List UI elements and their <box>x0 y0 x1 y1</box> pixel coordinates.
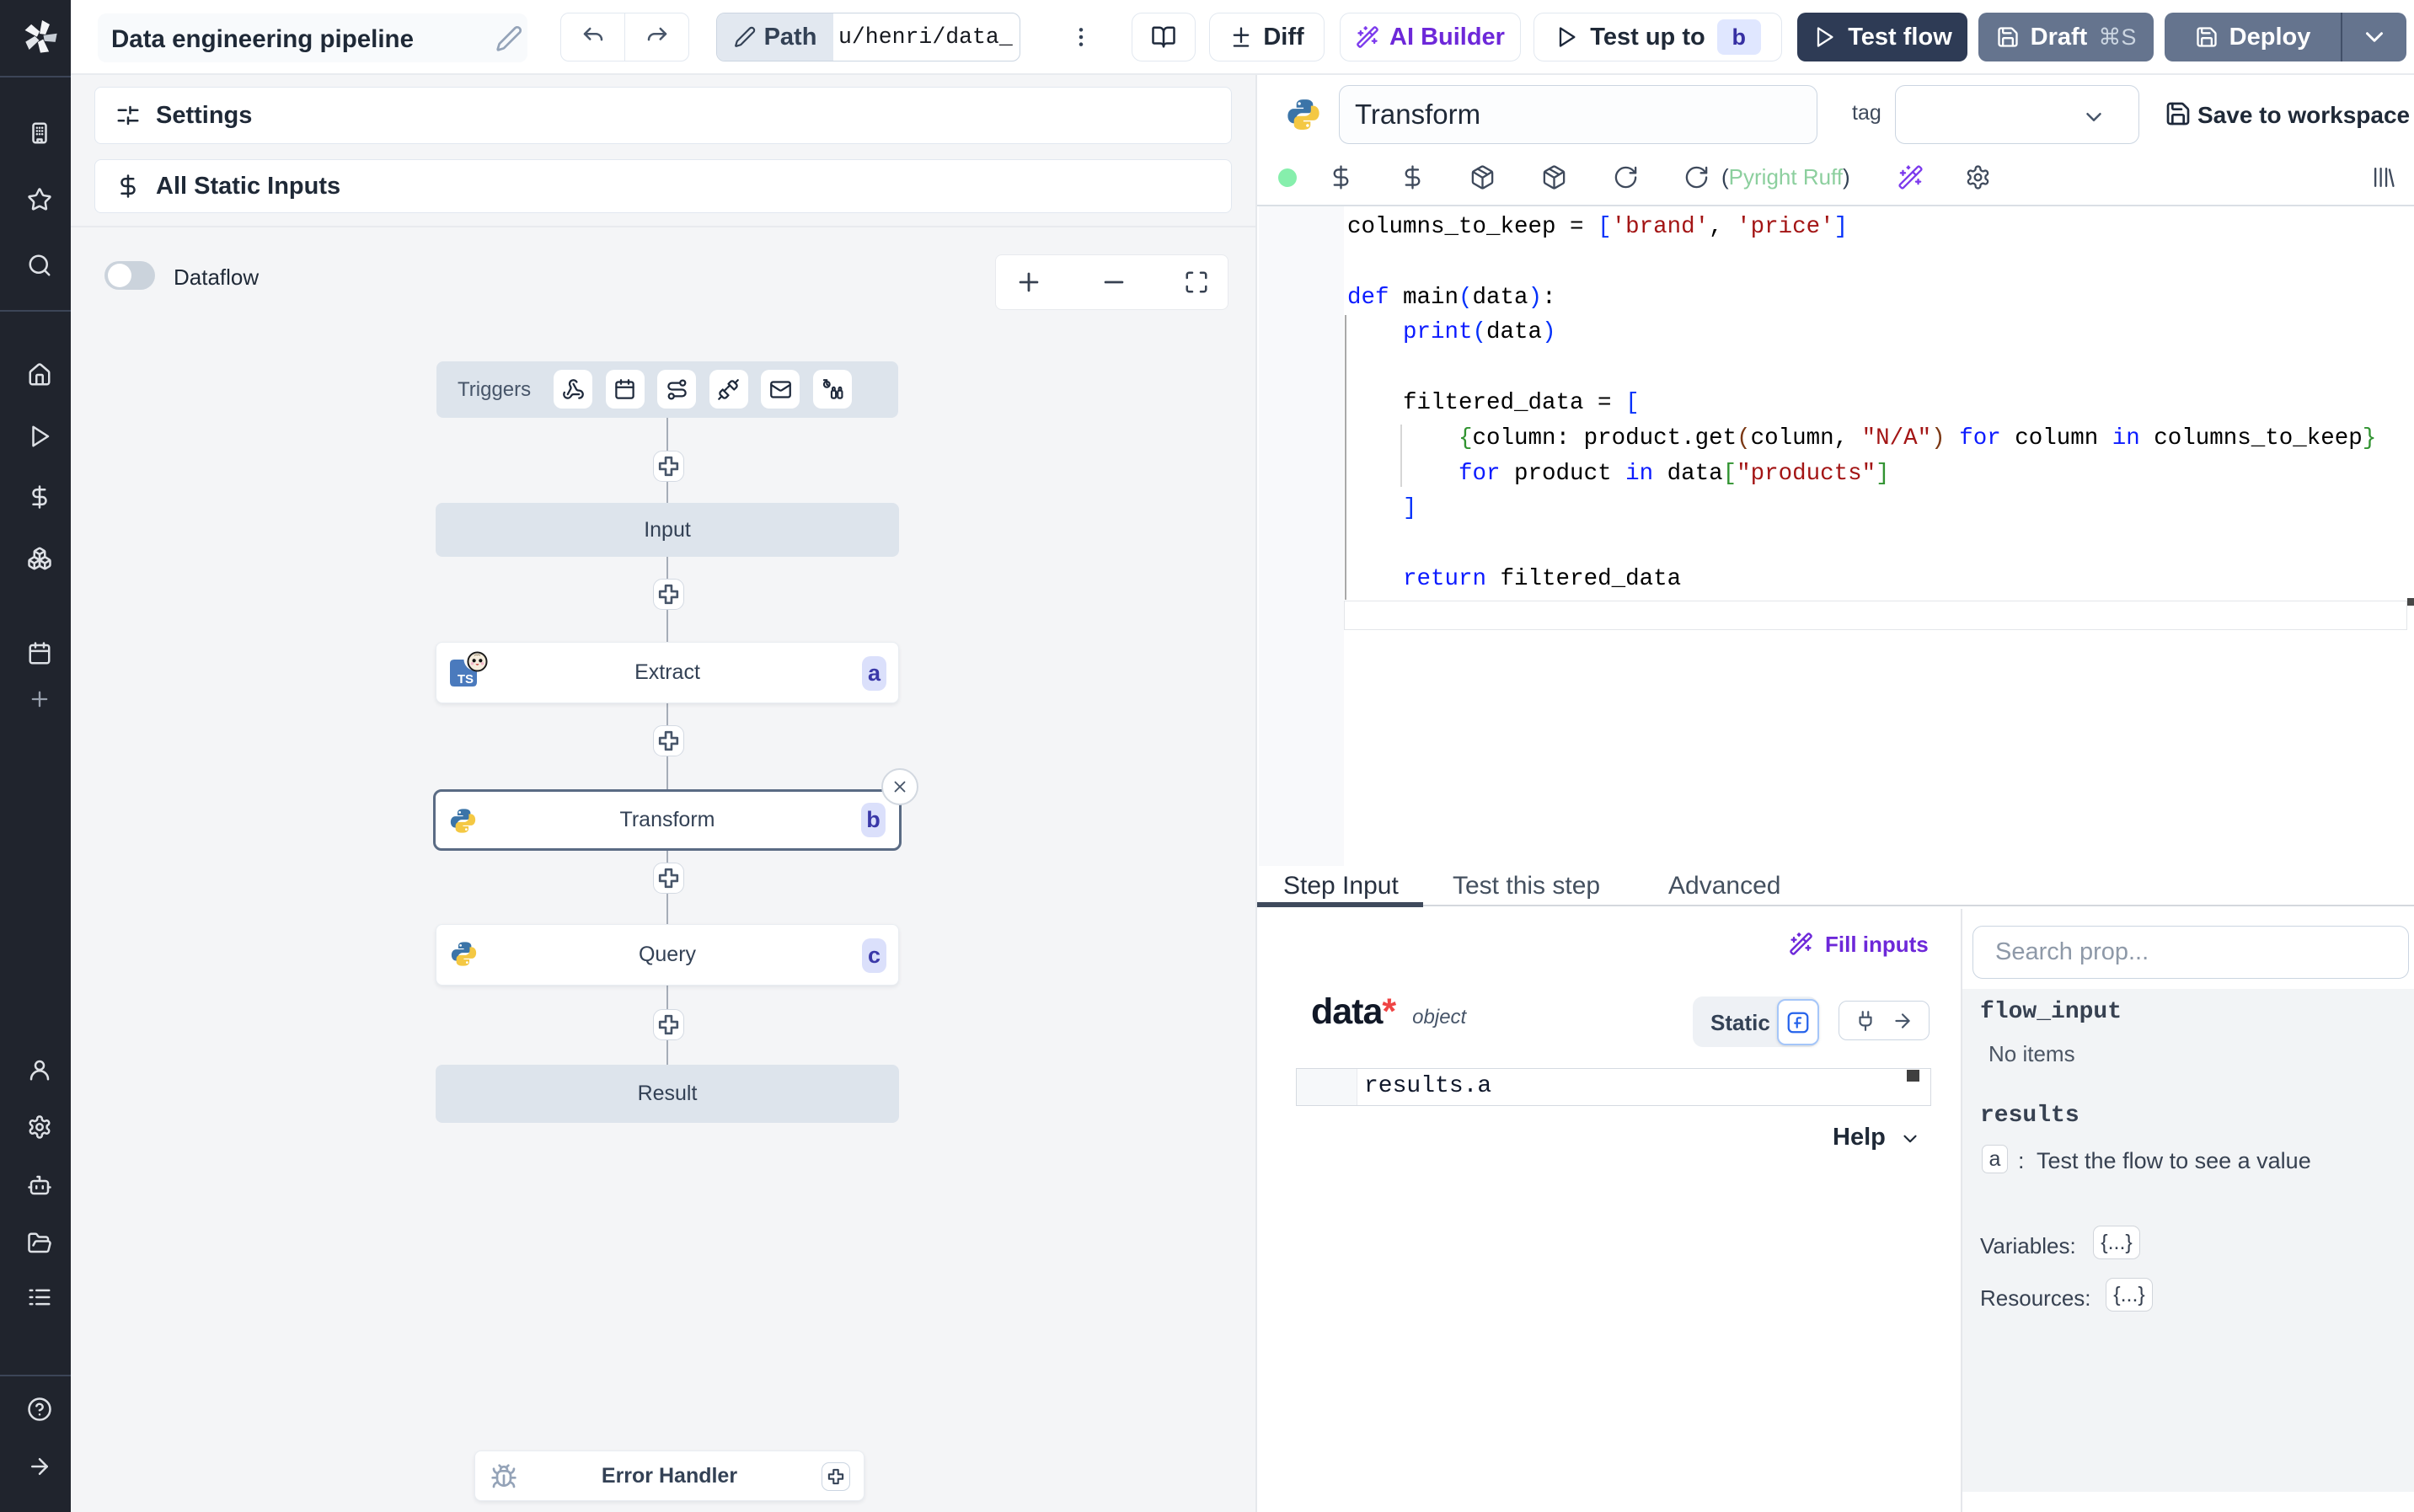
svg-text:TS: TS <box>458 672 474 687</box>
